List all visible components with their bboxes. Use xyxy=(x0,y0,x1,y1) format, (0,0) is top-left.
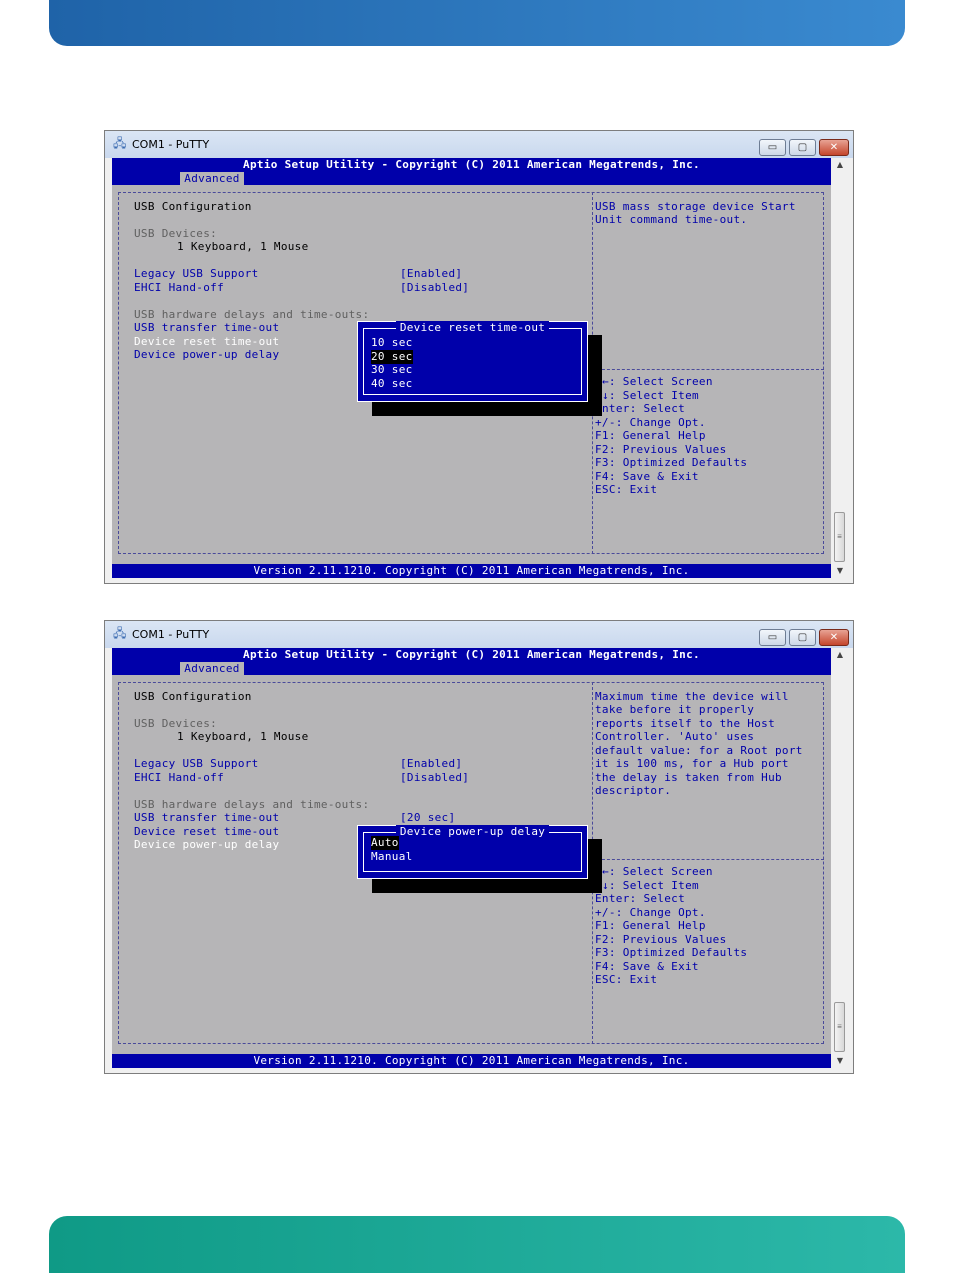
key-hint: +/-: Change Opt. xyxy=(595,906,706,919)
help-line: default value: for a Root port xyxy=(595,744,803,757)
maximize-button[interactable]: ▢ xyxy=(789,139,816,156)
popup-option[interactable]: 40 sec xyxy=(371,377,413,391)
tab-advanced[interactable]: Advanced xyxy=(180,172,244,185)
delays-heading: USB hardware delays and time-outs: xyxy=(134,308,370,321)
scroll-down-arrow-icon[interactable]: ▼ xyxy=(832,1054,848,1068)
popup-option-selected[interactable]: 20 sec xyxy=(371,350,413,364)
section-title: USB Configuration xyxy=(134,200,252,213)
help-line: USB mass storage device Start xyxy=(595,200,796,213)
usb-devices-value: 1 Keyboard, 1 Mouse xyxy=(177,730,309,743)
bios-header: Aptio Setup Utility - Copyright (C) 2011… xyxy=(112,158,831,185)
page-header-band xyxy=(49,0,905,46)
legacy-usb-value[interactable]: [Enabled] xyxy=(400,757,462,771)
popup-option[interactable]: Manual xyxy=(371,850,413,864)
key-hint: F3: Optimized Defaults xyxy=(595,456,748,469)
key-hint: Enter: Select xyxy=(595,892,685,905)
key-hint: +/-: Change Opt. xyxy=(595,416,706,429)
popup-option[interactable]: 30 sec xyxy=(371,363,413,377)
bios-footer: Version 2.11.1210. Copyright (C) 2011 Am… xyxy=(112,1054,831,1068)
usb-devices-label: USB Devices: xyxy=(134,227,218,240)
help-line: the delay is taken from Hub xyxy=(595,771,782,784)
scroll-thumb[interactable]: ≡ xyxy=(834,512,845,562)
putty-window-2: 🖧 COM1 - PuTTY ▭ ▢ ✕ Aptio Setup Utility… xyxy=(104,620,854,1074)
help-divider xyxy=(592,369,824,370)
help-line: Maximum time the device will xyxy=(595,690,789,703)
tab-advanced[interactable]: Advanced xyxy=(180,662,244,675)
key-hint: F2: Previous Values xyxy=(595,443,727,456)
scroll-thumb[interactable]: ≡ xyxy=(834,1002,845,1052)
option-popup[interactable]: Device power-up delay Auto Manual xyxy=(357,825,588,879)
close-button[interactable]: ✕ xyxy=(819,139,849,156)
key-hint: F1: General Help xyxy=(595,429,706,442)
key-hint: ↓: Select Item xyxy=(602,879,699,892)
vertical-scrollbar[interactable]: ▲ ≡ ▼ xyxy=(832,648,848,1068)
key-hint: F2: Previous Values xyxy=(595,933,727,946)
usb-transfer-timeout-value[interactable]: [20 sec] xyxy=(400,811,455,825)
legacy-usb-label[interactable]: Legacy USB Support xyxy=(134,757,259,771)
page-footer-band xyxy=(49,1216,905,1273)
scroll-up-arrow-icon[interactable]: ▲ xyxy=(832,158,848,172)
ehci-handoff-value[interactable]: [Disabled] xyxy=(400,281,469,295)
key-hint: nter: Select xyxy=(602,402,686,415)
help-line: reports itself to the Host xyxy=(595,717,775,730)
key-hint: ESC: Exit xyxy=(595,483,658,496)
legacy-usb-label[interactable]: Legacy USB Support xyxy=(134,267,259,281)
popup-option[interactable]: 10 sec xyxy=(371,336,413,350)
window-title: COM1 - PuTTY xyxy=(132,138,210,151)
ehci-handoff-label[interactable]: EHCI Hand-off xyxy=(134,771,224,785)
help-line: take before it properly xyxy=(595,703,755,716)
help-divider xyxy=(592,859,824,860)
key-hint: F1: General Help xyxy=(595,919,706,932)
scroll-up-arrow-icon[interactable]: ▲ xyxy=(832,648,848,662)
usb-transfer-timeout-label[interactable]: USB transfer time-out xyxy=(134,811,279,825)
option-popup[interactable]: Device reset time-out 10 sec 20 sec 30 s… xyxy=(357,321,588,402)
bios-title: Aptio Setup Utility - Copyright (C) 2011… xyxy=(243,158,700,171)
popup-option-selected[interactable]: Auto xyxy=(371,836,399,850)
popup-title: Device reset time-out xyxy=(358,321,587,335)
usb-transfer-timeout-label[interactable]: USB transfer time-out xyxy=(134,321,279,335)
window-titlebar[interactable]: 🖧 COM1 - PuTTY ▭ ▢ ✕ xyxy=(105,131,853,158)
help-line: descriptor. xyxy=(595,784,672,797)
window-title: COM1 - PuTTY xyxy=(132,628,210,641)
bios-header: Aptio Setup Utility - Copyright (C) 2011… xyxy=(112,648,831,675)
minimize-button[interactable]: ▭ xyxy=(759,629,786,646)
window-titlebar[interactable]: 🖧 COM1 - PuTTY ▭ ▢ ✕ xyxy=(105,621,853,648)
help-line: Controller. 'Auto' uses xyxy=(595,730,755,743)
close-button[interactable]: ✕ xyxy=(819,629,849,646)
putty-app-icon: 🖧 xyxy=(113,626,127,640)
key-hint: ←: Select Screen xyxy=(602,375,713,388)
key-hint: F4: Save & Exit xyxy=(595,470,699,483)
ehci-handoff-value[interactable]: [Disabled] xyxy=(400,771,469,785)
maximize-button[interactable]: ▢ xyxy=(789,629,816,646)
terminal-screen[interactable]: Aptio Setup Utility - Copyright (C) 2011… xyxy=(112,158,831,578)
putty-window-1: 🖧 COM1 - PuTTY ▭ ▢ ✕ Aptio Setup Utility… xyxy=(104,130,854,584)
scroll-down-arrow-icon[interactable]: ▼ xyxy=(832,564,848,578)
key-hint: ESC: Exit xyxy=(595,973,658,986)
help-line: it is 100 ms, for a Hub port xyxy=(595,757,789,770)
legacy-usb-value[interactable]: [Enabled] xyxy=(400,267,462,281)
ehci-handoff-label[interactable]: EHCI Hand-off xyxy=(134,281,224,295)
help-line: Unit command time-out. xyxy=(595,213,748,226)
key-hint: ←: Select Screen xyxy=(602,865,713,878)
bios-title: Aptio Setup Utility - Copyright (C) 2011… xyxy=(243,648,700,661)
usb-devices-value: 1 Keyboard, 1 Mouse xyxy=(177,240,309,253)
device-powerup-delay-label[interactable]: Device power-up delay xyxy=(134,348,279,362)
device-reset-timeout-label[interactable]: Device reset time-out xyxy=(134,825,279,839)
usb-devices-label: USB Devices: xyxy=(134,717,218,730)
key-hint: F3: Optimized Defaults xyxy=(595,946,748,959)
delays-heading: USB hardware delays and time-outs: xyxy=(134,798,370,811)
putty-app-icon: 🖧 xyxy=(113,136,127,150)
key-hint: ↓: Select Item xyxy=(602,389,699,402)
device-reset-timeout-label[interactable]: Device reset time-out xyxy=(134,335,279,349)
bios-footer: Version 2.11.1210. Copyright (C) 2011 Am… xyxy=(112,564,831,578)
vertical-scrollbar[interactable]: ▲ ≡ ▼ xyxy=(832,158,848,578)
section-title: USB Configuration xyxy=(134,690,252,703)
minimize-button[interactable]: ▭ xyxy=(759,139,786,156)
terminal-screen[interactable]: Aptio Setup Utility - Copyright (C) 2011… xyxy=(112,648,831,1068)
key-hint: F4: Save & Exit xyxy=(595,960,699,973)
device-powerup-delay-label[interactable]: Device power-up delay xyxy=(134,838,279,852)
